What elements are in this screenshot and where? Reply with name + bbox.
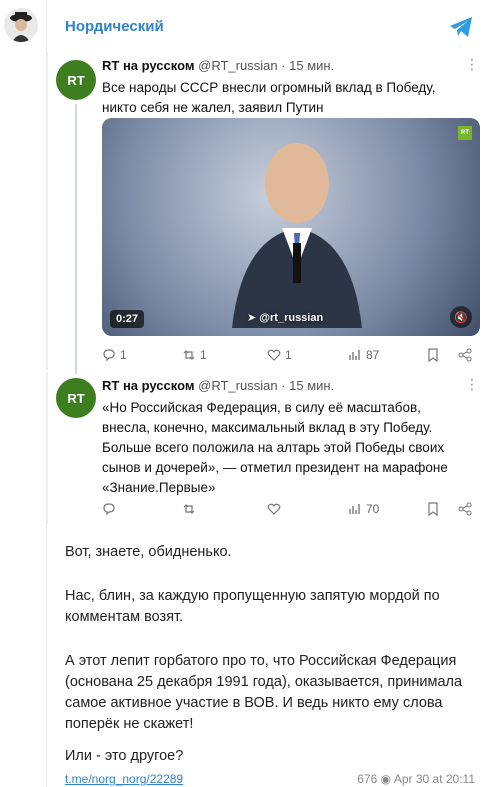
message-card: Нордический RT RT на русском @RT_russian… (46, 0, 484, 787)
views-icon (349, 504, 360, 514)
retweet-icon (183, 504, 195, 514)
post-date: Apr 30 at 20:11 (393, 772, 475, 786)
share-icon (458, 502, 472, 516)
bookmark-icon (428, 348, 438, 362)
post-paragraph-3: А этот лепит горбатого про то, что Росси… (65, 653, 463, 732)
video-duration: 0:27 (110, 310, 145, 328)
quoted-tweet-1[interactable]: RT RT на русском @RT_russian · 15 мин. ⋮… (47, 52, 484, 374)
share-icon (458, 348, 472, 362)
mute-icon[interactable]: 🔇 (450, 306, 472, 328)
retweet-icon (183, 350, 195, 360)
bookmark-button[interactable] (426, 348, 440, 362)
view-count: 676 (357, 772, 378, 786)
tweet-header: RT на русском @RT_russian · 15 мин. (102, 378, 334, 393)
tweet-handle: @RT_russian (198, 378, 278, 393)
thread-line (75, 104, 77, 374)
like-button[interactable]: 1 (267, 348, 292, 362)
post-link[interactable]: t.me/norg_norg/22289 (65, 772, 183, 786)
share-button[interactable] (458, 348, 472, 362)
heart-icon (267, 349, 281, 361)
reply-button[interactable]: 1 (102, 348, 127, 362)
retweet-button[interactable] (182, 502, 196, 516)
telegram-icon[interactable] (448, 14, 474, 40)
like-count: 1 (285, 348, 292, 362)
tweet-header: RT на русском @RT_russian · 15 мин. (102, 58, 334, 73)
post-meta: 676 ◉ Apr 30 at 20:11 (357, 772, 475, 786)
reply-icon (103, 349, 115, 362)
retweet-button[interactable]: 1 (182, 348, 207, 362)
message-footer: t.me/norg_norg/22289 676 ◉ Apr 30 at 20:… (65, 772, 475, 786)
post-paragraph-1: Вот, знаете, обидненько. (65, 544, 232, 560)
channel-name[interactable]: Нордический (65, 18, 164, 35)
like-button[interactable] (267, 502, 281, 516)
video-watermark: ➤ @rt_russian (247, 312, 324, 324)
views-button[interactable]: 87 (348, 348, 379, 362)
tweet-author[interactable]: RT на русском (102, 58, 195, 73)
tweet-time: · 15 мин. (281, 58, 335, 73)
more-icon[interactable]: ⋮ (465, 376, 479, 393)
channel-avatar[interactable] (4, 8, 38, 42)
rt-badge-icon: RT (458, 126, 472, 140)
heart-icon (267, 503, 281, 515)
tweet-text: «Но Российская Федерация, в силу её масш… (102, 400, 448, 495)
view-count: 87 (366, 348, 380, 362)
reply-button[interactable] (102, 502, 116, 516)
bookmark-button[interactable] (426, 502, 440, 516)
views-icon (349, 350, 360, 360)
tweet-handle: @RT_russian (198, 58, 278, 73)
eye-icon: ◉ (380, 772, 392, 786)
video-player[interactable]: RT 0:27 ➤ @rt_russian 🔇 (102, 118, 480, 336)
tweet-text: Все народы СССР внесли огромный вклад в … (102, 80, 436, 115)
speaker-figure (232, 143, 362, 328)
tweet-actions: 70 (102, 502, 480, 522)
rt-avatar[interactable]: RT (56, 378, 96, 418)
tweet-author[interactable]: RT на русском (102, 378, 195, 393)
share-button[interactable] (458, 502, 472, 516)
more-icon[interactable]: ⋮ (465, 56, 479, 73)
reply-icon (103, 503, 115, 516)
rt-avatar[interactable]: RT (56, 60, 96, 100)
post-paragraph-4: Или - это другое? (65, 748, 184, 764)
view-count: 70 (366, 502, 380, 516)
bookmark-icon (428, 502, 438, 516)
reply-count: 1 (120, 348, 127, 362)
post-paragraph-2: Нас, блин, за каждую пропущенную запятую… (65, 588, 440, 625)
tweet-actions: 1 1 1 87 (102, 348, 480, 368)
views-button[interactable]: 70 (348, 502, 379, 516)
tweet-time: · 15 мин. (281, 378, 335, 393)
quoted-tweet-2[interactable]: RT RT на русском @RT_russian · 15 мин. ⋮… (47, 372, 484, 524)
retweet-count: 1 (200, 348, 207, 362)
